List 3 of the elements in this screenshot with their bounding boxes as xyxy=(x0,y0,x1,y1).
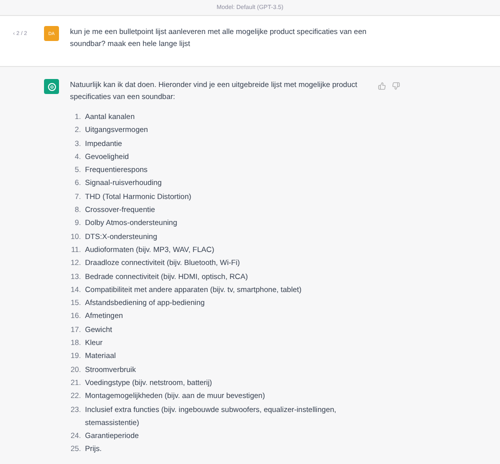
thumbs-up-icon[interactable] xyxy=(378,82,386,90)
thumbs-down-icon[interactable] xyxy=(392,82,400,90)
assistant-logo-icon xyxy=(44,79,59,94)
